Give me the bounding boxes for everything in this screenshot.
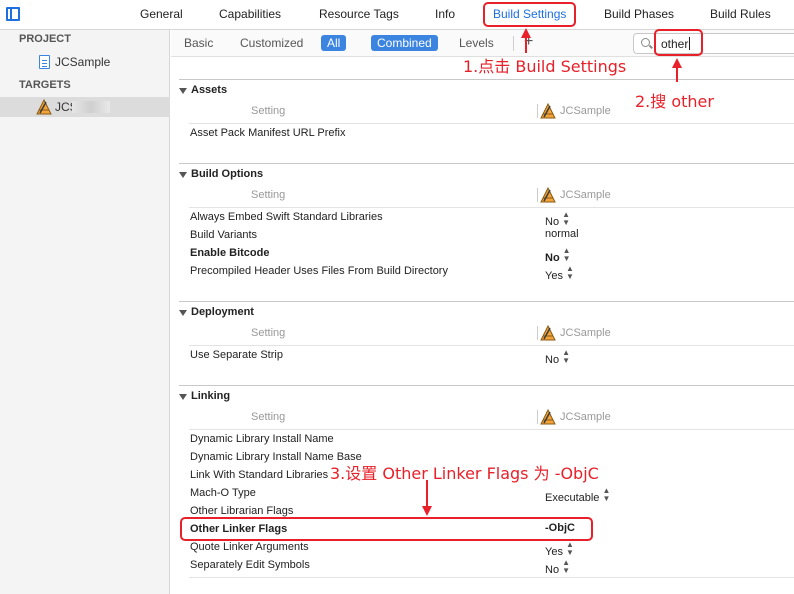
annotation-step2: 2.搜 other (635, 92, 714, 111)
column-header-setting: Setting (251, 327, 286, 339)
setting-value-popup[interactable]: Executable▲ ▼ (545, 486, 611, 505)
highlight-build-settings-tab (483, 2, 576, 27)
section-divider (179, 163, 794, 164)
sidebar-toggle-icon[interactable] (6, 7, 20, 21)
setting-name[interactable]: Mach-O Type (190, 487, 256, 499)
header-divider (189, 123, 794, 124)
column-header-target: JCSample (560, 105, 611, 117)
updown-chevron-icon: ▲▼ (562, 348, 570, 365)
disclosure-triangle-icon[interactable] (179, 394, 187, 400)
app-target-icon (540, 103, 556, 119)
targets-header: TARGETS (19, 79, 71, 91)
setting-name[interactable]: Precompiled Header Uses Files From Build… (190, 265, 448, 277)
column-header-setting: Setting (251, 189, 286, 201)
updown-chevron-icon: ▲▼ (565, 540, 574, 557)
tab-capabilities[interactable]: Capabilities (219, 7, 281, 21)
app-target-icon (540, 409, 556, 425)
setting-name[interactable]: Link With Standard Libraries (190, 469, 328, 481)
section-title-linking[interactable]: Linking (191, 390, 230, 402)
tab-build-rules[interactable]: Build Rules (710, 7, 771, 21)
column-separator (537, 410, 538, 424)
header-divider (189, 345, 794, 346)
arrow-shaft (525, 37, 527, 53)
row-divider (189, 577, 794, 578)
column-header-target: JCSample (560, 411, 611, 423)
filter-basic-button[interactable]: Basic (184, 36, 213, 50)
project-file-icon (39, 55, 50, 69)
highlight-other-linker-flags-row (180, 517, 593, 541)
setting-name[interactable]: Always Embed Swift Standard Libraries (190, 211, 383, 223)
setting-value[interactable]: normal (545, 228, 579, 240)
disclosure-triangle-icon[interactable] (179, 310, 187, 316)
sidebar-item-target[interactable]: JCS (0, 97, 170, 117)
updown-chevron-icon: ▲▼ (565, 264, 574, 281)
arrow-down-icon (422, 506, 432, 516)
filter-combined-button[interactable]: Combined (371, 35, 438, 51)
header-divider (189, 207, 794, 208)
column-header-setting: Setting (251, 411, 286, 423)
column-header-setting: Setting (251, 105, 286, 117)
arrow-shaft (676, 66, 678, 82)
app-target-icon (540, 325, 556, 341)
setting-value-popup[interactable]: No▲ ▼ (545, 210, 570, 229)
filter-customized-button[interactable]: Customized (240, 36, 303, 50)
setting-name[interactable]: Build Variants (190, 229, 257, 241)
tab-info[interactable]: Info (435, 7, 455, 21)
app-target-icon (36, 99, 52, 115)
redacted-name-blur (72, 101, 110, 113)
header-divider (189, 429, 794, 430)
setting-value-popup[interactable]: Yes▲▼ (545, 540, 574, 559)
setting-name[interactable]: Use Separate Strip (190, 349, 283, 361)
column-header-target: JCSample (560, 327, 611, 339)
tab-general[interactable]: General (140, 7, 183, 21)
updown-chevron-icon: ▲▼ (562, 246, 571, 263)
setting-value-popup[interactable]: No▲ ▼ (545, 348, 570, 367)
section-divider (179, 79, 794, 80)
setting-name[interactable]: Asset Pack Manifest URL Prefix (190, 127, 345, 139)
setting-name[interactable]: Quote Linker Arguments (190, 541, 309, 553)
section-title-build-options[interactable]: Build Options (191, 168, 263, 180)
app-target-icon (540, 187, 556, 203)
project-navigator: PROJECT JCSample TARGETS JCS (0, 30, 170, 594)
sidebar-item-label: JCSample (55, 55, 111, 69)
updown-chevron-icon: ▲▼ (602, 486, 611, 503)
updown-chevron-icon: ▲▼ (562, 210, 570, 227)
section-title-deployment[interactable]: Deployment (191, 306, 254, 318)
setting-value-popup[interactable]: No▲ ▼ (545, 558, 570, 577)
column-separator (537, 188, 538, 202)
setting-name[interactable]: Dynamic Library Install Name (190, 433, 334, 445)
filter-all-button[interactable]: All (321, 35, 347, 51)
highlight-search-field (654, 29, 703, 56)
updown-chevron-icon: ▲▼ (562, 558, 570, 575)
section-divider (179, 385, 794, 386)
setting-name[interactable]: Other Librarian Flags (190, 505, 293, 517)
search-icon (641, 38, 650, 47)
section-divider (179, 301, 794, 302)
setting-value-popup[interactable]: No▲ ▼ (545, 246, 571, 265)
arrow-shaft (426, 480, 428, 508)
sidebar-item-project[interactable]: JCSample (0, 52, 170, 72)
setting-name[interactable]: Enable Bitcode (190, 247, 269, 259)
filter-separator (513, 36, 514, 51)
annotation-step1: 1.点击 Build Settings (463, 57, 627, 76)
editor-tab-bar: General Capabilities Resource Tags Info … (0, 0, 794, 30)
column-separator (537, 104, 538, 118)
disclosure-triangle-icon[interactable] (179, 172, 187, 178)
filter-levels-button[interactable]: Levels (459, 36, 494, 50)
tab-build-phases[interactable]: Build Phases (604, 7, 674, 21)
section-title-assets[interactable]: Assets (191, 84, 227, 96)
column-separator (537, 326, 538, 340)
setting-name[interactable]: Separately Edit Symbols (190, 559, 310, 571)
disclosure-triangle-icon[interactable] (179, 88, 187, 94)
project-header: PROJECT (19, 33, 71, 45)
tab-resource-tags[interactable]: Resource Tags (319, 7, 399, 21)
column-header-target: JCSample (560, 189, 611, 201)
annotation-step3: 3.设置 Other Linker Flags 为 -ObjC (330, 460, 599, 484)
setting-value-popup[interactable]: Yes▲▼ (545, 264, 574, 283)
build-settings-list: Assets Setting JCSample Asset Pack Manif… (171, 57, 794, 594)
